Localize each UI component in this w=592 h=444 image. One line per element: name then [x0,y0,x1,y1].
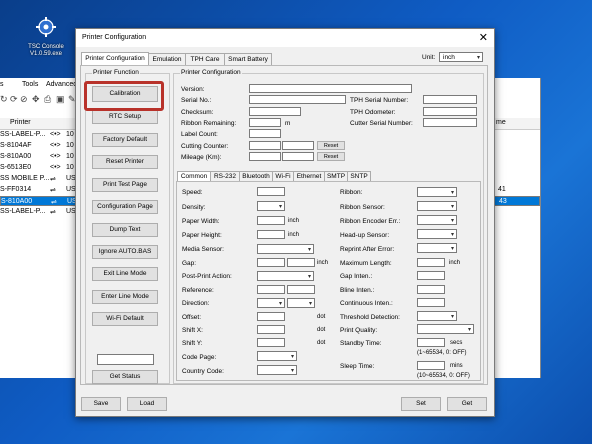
printer-icon[interactable]: ⎙ [44,94,51,105]
dialog-title: Printer Configuration [82,34,147,41]
cutting-reset-button[interactable]: Reset [317,141,345,150]
tph-odometer-label: TPH Odometer: [350,109,396,116]
close-icon[interactable]: ✕ [479,31,488,44]
move-icon[interactable]: ✥ [32,94,40,105]
print-test-page-button[interactable]: Print Test Page [92,178,158,192]
continuous-intensity-field[interactable] [417,298,445,307]
maximum-length-field[interactable] [417,258,445,267]
configuration-page-button[interactable]: Configuration Page [92,200,158,214]
exit-line-mode-button[interactable]: Exit Line Mode [92,267,158,281]
desktop-icon-label: TSC Console V1.0.59.exe [28,44,64,57]
code-page-select[interactable]: ▾ [257,351,297,361]
cutter-serial-label: Cutter Serial Number: [350,120,413,127]
label-count-field [249,129,281,138]
version-label: Version: [181,86,205,93]
factory-default-button[interactable]: Factory Default [92,133,158,147]
unit-select[interactable]: inch ▾ [439,52,483,62]
density-select[interactable]: ▾ [257,201,285,211]
menu-tools[interactable]: Tools [22,81,38,88]
ribbon-remaining-label: Ribbon Remaining: [181,120,237,127]
mileage-reset-button[interactable]: Reset [317,152,345,161]
paper-width-field[interactable] [257,216,285,225]
print-quality-select[interactable]: ▾ [417,324,474,334]
tph-serial-field [423,95,477,104]
shift-y-field[interactable] [257,338,285,347]
set-button[interactable]: Set [401,397,441,411]
gear-icon [36,17,56,37]
mileage-field-2 [282,152,314,161]
calibration-highlight [84,81,164,111]
direction-select[interactable]: ▾ [257,298,285,308]
cutting-counter-field [249,141,281,150]
stop-icon[interactable]: ⊘ [20,94,28,105]
tph-odometer-field [423,107,477,116]
wifi-default-button[interactable]: Wi-Fi Default [92,312,158,326]
gap-field[interactable] [257,258,285,267]
mileage-label: Mileage (Km): [181,154,222,161]
headup-sensor-select[interactable]: ▾ [417,229,457,239]
gap-offset-field[interactable] [287,258,315,267]
reset-printer-button[interactable]: Reset Printer [92,155,158,169]
checksum-field [249,107,301,116]
window-icon[interactable]: ▣ [56,94,65,105]
chevron-down-icon: ▾ [476,55,480,61]
threshold-detection-select[interactable]: ▾ [417,311,457,321]
status-field [97,354,154,365]
reference-x-field[interactable] [257,285,285,294]
ribbon-encoder-select[interactable]: ▾ [417,215,457,225]
tab-tph-care[interactable]: TPH Care [185,53,225,65]
tab-emulation[interactable]: Emulation [148,53,186,65]
checksum-label: Checksum: [181,109,214,116]
enter-line-mode-button[interactable]: Enter Line Mode [92,290,158,304]
serial-label: Serial No.: [181,97,212,104]
cutting-counter-field-2 [282,141,314,150]
col-printer[interactable]: Printer [10,119,31,126]
cutter-serial-field [423,118,477,127]
offset-field[interactable] [257,312,285,321]
get-status-button[interactable]: Get Status [92,370,158,384]
speed-field[interactable] [257,187,285,196]
unit-label: Unit: [422,54,436,61]
dialog-titlebar: Printer Configuration ✕ [76,29,494,47]
refresh-icon[interactable]: ↻ [0,94,8,105]
shift-x-field[interactable] [257,325,285,334]
get-button[interactable]: Get [447,397,487,411]
tab-smart-battery[interactable]: Smart Battery [224,53,272,65]
tab-printer-configuration[interactable]: Printer Configuration [81,52,149,66]
sync-icon[interactable]: ⟳ [10,94,18,105]
ignore-autobas-button[interactable]: Ignore AUTO.BAS [92,245,158,259]
label-count-label: Label Count: [181,131,218,138]
cutting-counter-label: Cutting Counter: [181,143,229,150]
gap-intensity-field[interactable] [417,271,445,280]
load-button[interactable]: Load [127,397,167,411]
reference-y-field[interactable] [287,285,315,294]
media-sensor-select[interactable]: ▾ [257,244,314,254]
mileage-field [249,152,281,161]
tsc-console-desktop-icon[interactable]: TSC Console V1.0.59.exe [20,16,72,66]
col-time[interactable]: me [496,119,506,126]
version-field [249,84,412,93]
paper-height-field[interactable] [257,230,285,239]
tph-serial-label: TPH Serial Number: [350,97,409,104]
ribbon-select[interactable]: ▾ [417,187,457,197]
rtc-setup-button[interactable]: RTC Setup [92,110,158,124]
menu-advanced[interactable]: Advanced [46,81,77,88]
reprint-after-error-select[interactable]: ▾ [417,243,457,253]
post-print-action-select[interactable]: ▾ [257,271,314,281]
mirror-select[interactable]: ▾ [287,298,315,308]
dump-text-button[interactable]: Dump Text [92,223,158,237]
standby-time-field[interactable] [417,338,445,347]
serial-field [249,95,346,104]
sleep-time-field[interactable] [417,361,445,370]
save-button[interactable]: Save [81,397,121,411]
ribbon-remaining-field [249,118,281,127]
bline-intensity-field[interactable] [417,285,445,294]
country-code-select[interactable]: ▾ [257,365,297,375]
ribbon-sensor-select[interactable]: ▾ [417,201,457,211]
